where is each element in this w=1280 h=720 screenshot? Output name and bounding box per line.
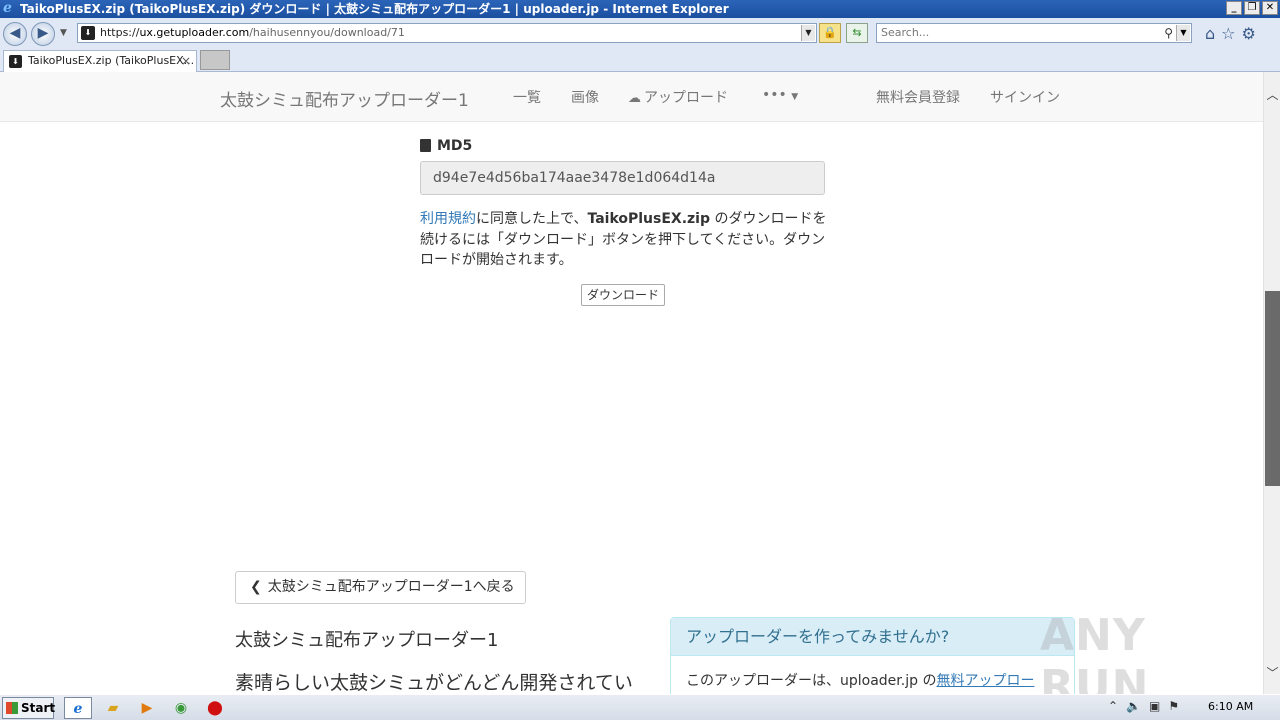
nav-images-link[interactable]: 画像 — [571, 87, 599, 107]
back-to-uploader-button[interactable]: ❮ 太鼓シミュ配布アップローダー1へ戻る — [235, 571, 526, 604]
about-description: 素晴らしい太鼓シミュがどんどん開発されてい — [235, 672, 633, 694]
taskbar-folder-icon[interactable]: ▰ — [99, 697, 127, 719]
panel-link[interactable]: 無料アップロー — [936, 673, 1034, 689]
window-title-bar: e TaikoPlusEX.zip (TaikoPlusEX.zip) ダウンロ… — [0, 0, 1280, 18]
scroll-up-icon[interactable]: ︿ — [1264, 86, 1280, 102]
file-icon — [420, 139, 431, 152]
taskbar-ie-icon[interactable]: e — [64, 697, 92, 719]
back-button-label: 太鼓シミュ配布アップローダー1へ戻る — [267, 579, 515, 595]
address-path: /haihusennyou/download/71 — [249, 26, 405, 39]
taskbar: Start e ▰ ▶ ◉ ⬤ ⌃ 🔈 ▣ ⚑ 6:10 AM — [0, 694, 1280, 720]
address-host: ux.getuploader.com — [139, 26, 250, 39]
site-navbar: 太鼓シミュ配布アップローダー1 一覧 画像 ☁ アップロード ••• ▼ 無料会員… — [0, 72, 1263, 122]
taskbar-chrome-icon[interactable]: ◉ — [167, 697, 195, 719]
history-dropdown-icon[interactable]: ▼ — [60, 28, 67, 38]
md5-heading: MD5 — [420, 138, 472, 154]
window-controls: _ ❐ ✕ — [1226, 1, 1278, 15]
flag-icon[interactable]: ⚑ — [1168, 699, 1179, 713]
refresh-icon[interactable]: ⇆ — [846, 23, 868, 43]
restore-button[interactable]: ❐ — [1244, 1, 1260, 15]
search-placeholder: Search... — [881, 26, 930, 39]
taskbar-security-icon[interactable]: ⬤ — [201, 697, 229, 719]
vertical-scrollbar[interactable]: ︿ ﹀ — [1263, 72, 1280, 694]
more-dots-icon: ••• — [762, 87, 787, 103]
volume-icon[interactable]: 🔈 — [1126, 699, 1141, 713]
download-instructions: 利用規約に同意した上で、TaikoPlusEX.zip のダウンロードを続けるに… — [420, 209, 830, 271]
about-title: 太鼓シミュ配布アップローダー1 — [235, 630, 499, 651]
address-input[interactable]: ⬇ https://ux.getuploader.com/haihusennyo… — [77, 23, 817, 43]
taskbar-clock[interactable]: 6:10 AM — [1208, 700, 1253, 713]
windows-logo-icon — [6, 702, 18, 714]
create-uploader-panel: アップローダーを作ってみませんか? このアップローダーは、uploader.jp… — [670, 617, 1075, 694]
search-icon[interactable]: ⚲ — [1164, 24, 1173, 42]
site-favicon-icon: ⬇ — [81, 26, 95, 40]
browser-tools: ⌂ ☆ ⚙ — [1205, 24, 1256, 43]
minimize-button[interactable]: _ — [1226, 1, 1242, 15]
site-brand[interactable]: 太鼓シミュ配布アップローダー1 — [220, 86, 469, 111]
internet-explorer-icon: e — [3, 0, 12, 16]
nav-list-link[interactable]: 一覧 — [513, 87, 541, 107]
address-toolbar: ◀ ▶ ▼ ⬇ https://ux.getuploader.com/haihu… — [0, 18, 1280, 48]
nav-register-link[interactable]: 無料会員登録 — [876, 87, 960, 107]
md5-field[interactable]: d94e7e4d56ba174aae3478e1d064d14a — [420, 161, 825, 195]
panel-body: このアップローダーは、uploader.jp の無料アップロー — [671, 656, 1074, 694]
terms-text-1: に同意した上で、 — [476, 211, 588, 227]
scroll-thumb[interactable] — [1265, 291, 1280, 486]
scroll-down-icon[interactable]: ﹀ — [1264, 664, 1280, 680]
nav-upload-link[interactable]: ☁ アップロード — [628, 87, 728, 107]
nav-more-dropdown[interactable]: ••• ▼ — [762, 87, 798, 103]
cloud-upload-icon: ☁ — [628, 91, 641, 106]
panel-text: このアップローダーは、uploader.jp の — [686, 673, 937, 689]
close-button[interactable]: ✕ — [1262, 1, 1278, 15]
download-filename: TaikoPlusEX.zip — [587, 211, 711, 227]
nav-signin-link[interactable]: サインイン — [990, 87, 1060, 107]
tab-favicon-icon: ⬇ — [9, 55, 22, 68]
anyrun-watermark-logo: ANY RUN — [1040, 610, 1150, 694]
address-scheme: https:// — [100, 26, 140, 39]
tab-label: TaikoPlusEX.zip (TaikoPlusEX... — [28, 54, 195, 67]
start-button[interactable]: Start — [2, 697, 56, 719]
search-dropdown-icon[interactable]: ▼ — [1176, 25, 1190, 41]
window-title: TaikoPlusEX.zip (TaikoPlusEX.zip) ダウンロード… — [20, 2, 729, 16]
tab-active[interactable]: ⬇ TaikoPlusEX.zip (TaikoPlusEX... × — [3, 50, 197, 72]
favorites-star-icon[interactable]: ☆ — [1221, 24, 1235, 43]
tray-expand-icon[interactable]: ⌃ — [1108, 699, 1118, 713]
md5-label: MD5 — [437, 138, 473, 154]
terms-link[interactable]: 利用規約 — [420, 211, 476, 227]
start-label: Start — [21, 701, 56, 715]
lock-icon[interactable]: 🔒 — [819, 23, 841, 43]
tab-close-icon[interactable]: × — [181, 51, 191, 71]
panel-title: アップローダーを作ってみませんか? — [671, 618, 1074, 656]
tab-bar: ⬇ TaikoPlusEX.zip (TaikoPlusEX... × — [0, 48, 1280, 72]
taskbar-media-player-icon[interactable]: ▶ — [133, 697, 161, 719]
forward-arrow-icon[interactable]: ▶ — [31, 22, 55, 46]
system-tray: ⌃ 🔈 ▣ ⚑ — [1108, 699, 1179, 713]
chevron-left-icon: ❮ — [250, 579, 262, 595]
address-dropdown-icon[interactable]: ▼ — [801, 25, 815, 41]
nav-upload-label: アップロード — [644, 90, 728, 106]
caret-down-icon: ▼ — [791, 92, 799, 102]
download-button[interactable]: ダウンロード — [581, 284, 666, 306]
search-input[interactable]: Search... ⚲ ▼ — [876, 23, 1192, 43]
page-viewport: 太鼓シミュ配布アップローダー1 一覧 画像 ☁ アップロード ••• ▼ 無料会員… — [0, 72, 1263, 694]
new-tab-button[interactable] — [200, 50, 230, 70]
back-arrow-icon[interactable]: ◀ — [3, 22, 27, 46]
home-icon[interactable]: ⌂ — [1205, 24, 1215, 43]
network-icon[interactable]: ▣ — [1149, 699, 1160, 713]
gear-icon[interactable]: ⚙ — [1242, 24, 1256, 43]
